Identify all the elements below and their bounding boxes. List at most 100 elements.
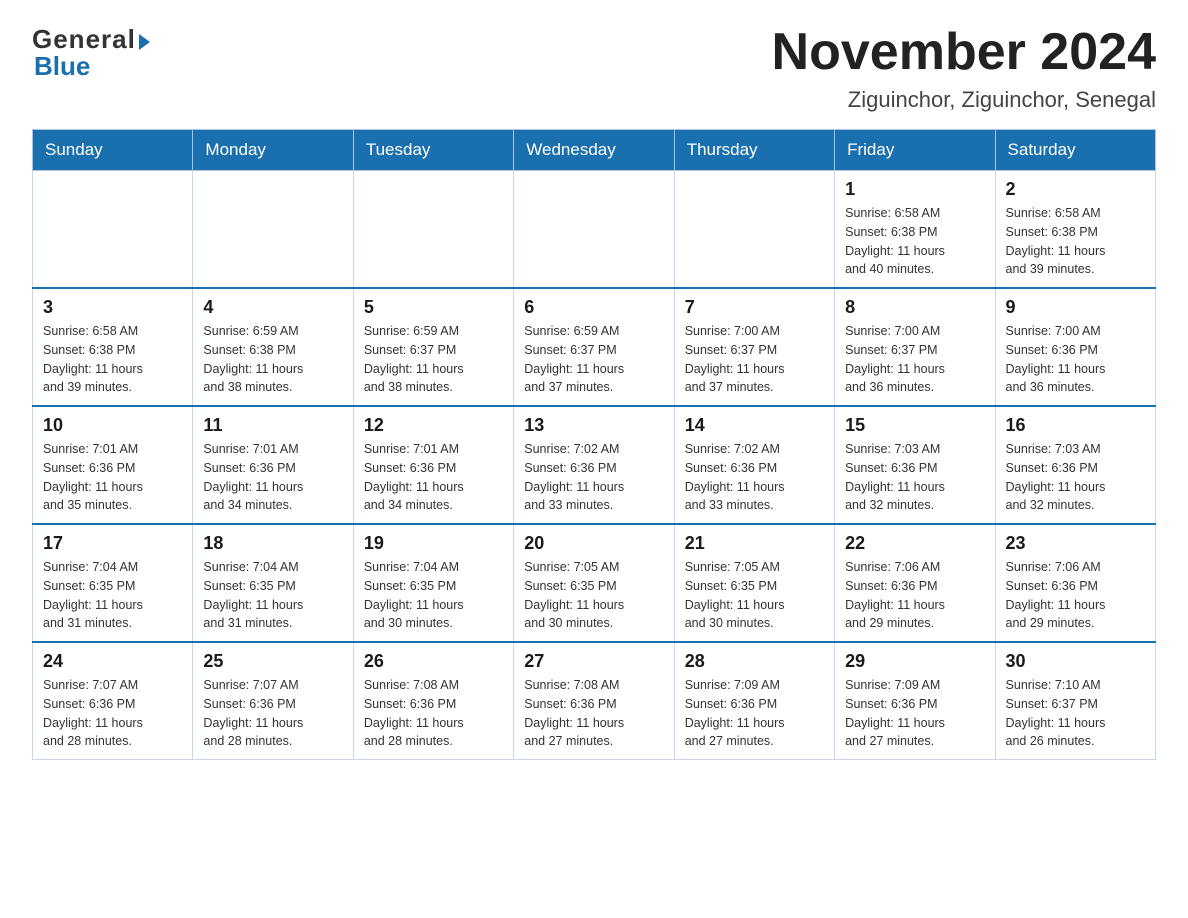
calendar-week-1: 1Sunrise: 6:58 AM Sunset: 6:38 PM Daylig…: [33, 171, 1156, 289]
day-info: Sunrise: 7:04 AM Sunset: 6:35 PM Dayligh…: [203, 558, 342, 633]
day-info: Sunrise: 7:10 AM Sunset: 6:37 PM Dayligh…: [1006, 676, 1145, 751]
calendar-cell: 19 Sunrise: 7:04 AM Sunset: 6:35 PM Dayli…: [353, 524, 513, 642]
calendar-cell: 8Sunrise: 7:00 AM Sunset: 6:37 PM Daylig…: [835, 288, 995, 406]
day-number: 4: [203, 297, 342, 318]
day-info: Sunrise: 7:01 AM Sunset: 6:36 PM Dayligh…: [43, 440, 182, 515]
calendar-cell: 3Sunrise: 6:58 AM Sunset: 6:38 PM Daylig…: [33, 288, 193, 406]
calendar-cell: 14 Sunrise: 7:02 AM Sunset: 6:36 PM Dayli…: [674, 406, 834, 524]
day-number: 24: [43, 651, 182, 672]
day-info: Sunrise: 7:07 AM Sunset: 6:36 PM Dayligh…: [203, 676, 342, 751]
calendar-cell: 30Sunrise: 7:10 AM Sunset: 6:37 PM Dayli…: [995, 642, 1155, 760]
day-info: Sunrise: 6:58 AM Sunset: 6:38 PM Dayligh…: [43, 322, 182, 397]
day-number: 11: [203, 415, 342, 436]
day-number: 17: [43, 533, 182, 554]
day-info: Sunrise: 7:06 AM Sunset: 6:36 PM Dayligh…: [845, 558, 984, 633]
calendar-subtitle: Ziguinchor, Ziguinchor, Senegal: [772, 87, 1156, 113]
day-info: Sunrise: 7:04 AM Sunset: 6:35 PM Dayligh…: [43, 558, 182, 633]
day-number: 20: [524, 533, 663, 554]
day-info: Sunrise: 6:59 AM Sunset: 6:37 PM Dayligh…: [364, 322, 503, 397]
calendar-cell: 26 Sunrise: 7:08 AM Sunset: 6:36 PM Dayli…: [353, 642, 513, 760]
weekday-header-thursday: Thursday: [674, 130, 834, 171]
day-number: 10: [43, 415, 182, 436]
calendar-cell: 11 Sunrise: 7:01 AM Sunset: 6:36 PM Dayli…: [193, 406, 353, 524]
calendar-cell: 9Sunrise: 7:00 AM Sunset: 6:36 PM Daylig…: [995, 288, 1155, 406]
weekday-header-friday: Friday: [835, 130, 995, 171]
day-info: Sunrise: 7:00 AM Sunset: 6:36 PM Dayligh…: [1006, 322, 1145, 397]
day-info: Sunrise: 7:01 AM Sunset: 6:36 PM Dayligh…: [364, 440, 503, 515]
day-number: 12: [364, 415, 503, 436]
day-number: 25: [203, 651, 342, 672]
day-info: Sunrise: 6:59 AM Sunset: 6:38 PM Dayligh…: [203, 322, 342, 397]
weekday-header-wednesday: Wednesday: [514, 130, 674, 171]
day-info: Sunrise: 7:03 AM Sunset: 6:36 PM Dayligh…: [1006, 440, 1145, 515]
calendar-cell: 13 Sunrise: 7:02 AM Sunset: 6:36 PM Dayli…: [514, 406, 674, 524]
calendar-cell: 2 Sunrise: 6:58 AM Sunset: 6:38 PM Daylig…: [995, 171, 1155, 289]
day-number: 13: [524, 415, 663, 436]
calendar-cell: 21 Sunrise: 7:05 AM Sunset: 6:35 PM Dayli…: [674, 524, 834, 642]
calendar-cell: 16Sunrise: 7:03 AM Sunset: 6:36 PM Dayli…: [995, 406, 1155, 524]
day-info: Sunrise: 7:09 AM Sunset: 6:36 PM Dayligh…: [685, 676, 824, 751]
day-number: 21: [685, 533, 824, 554]
logo: General Blue: [32, 24, 150, 82]
calendar-cell: 10 Sunrise: 7:01 AM Sunset: 6:36 PM Dayli…: [33, 406, 193, 524]
calendar-cell: 17 Sunrise: 7:04 AM Sunset: 6:35 PM Dayli…: [33, 524, 193, 642]
day-info: Sunrise: 7:05 AM Sunset: 6:35 PM Dayligh…: [524, 558, 663, 633]
day-number: 27: [524, 651, 663, 672]
calendar-cell: 1Sunrise: 6:58 AM Sunset: 6:38 PM Daylig…: [835, 171, 995, 289]
calendar-cell: 5Sunrise: 6:59 AM Sunset: 6:37 PM Daylig…: [353, 288, 513, 406]
day-number: 28: [685, 651, 824, 672]
calendar-cell: [193, 171, 353, 289]
calendar-cell: 12 Sunrise: 7:01 AM Sunset: 6:36 PM Dayli…: [353, 406, 513, 524]
day-info: Sunrise: 7:04 AM Sunset: 6:35 PM Dayligh…: [364, 558, 503, 633]
calendar-cell: [674, 171, 834, 289]
calendar-week-3: 10 Sunrise: 7:01 AM Sunset: 6:36 PM Dayli…: [33, 406, 1156, 524]
calendar-cell: [353, 171, 513, 289]
day-info: Sunrise: 7:08 AM Sunset: 6:36 PM Dayligh…: [364, 676, 503, 751]
day-number: 18: [203, 533, 342, 554]
day-info: Sunrise: 7:00 AM Sunset: 6:37 PM Dayligh…: [685, 322, 824, 397]
day-info: Sunrise: 7:07 AM Sunset: 6:36 PM Dayligh…: [43, 676, 182, 751]
calendar-cell: [33, 171, 193, 289]
day-number: 2: [1006, 179, 1145, 200]
calendar-week-4: 17 Sunrise: 7:04 AM Sunset: 6:35 PM Dayli…: [33, 524, 1156, 642]
weekday-header-monday: Monday: [193, 130, 353, 171]
day-number: 29: [845, 651, 984, 672]
logo-triangle-icon: [139, 34, 150, 50]
day-number: 8: [845, 297, 984, 318]
day-info: Sunrise: 7:02 AM Sunset: 6:36 PM Dayligh…: [524, 440, 663, 515]
day-info: Sunrise: 7:08 AM Sunset: 6:36 PM Dayligh…: [524, 676, 663, 751]
calendar-header: SundayMondayTuesdayWednesdayThursdayFrid…: [33, 130, 1156, 171]
calendar-cell: 18 Sunrise: 7:04 AM Sunset: 6:35 PM Dayli…: [193, 524, 353, 642]
day-info: Sunrise: 6:58 AM Sunset: 6:38 PM Dayligh…: [845, 204, 984, 279]
weekday-header-sunday: Sunday: [33, 130, 193, 171]
calendar-cell: 25 Sunrise: 7:07 AM Sunset: 6:36 PM Dayli…: [193, 642, 353, 760]
day-info: Sunrise: 7:05 AM Sunset: 6:35 PM Dayligh…: [685, 558, 824, 633]
day-info: Sunrise: 7:02 AM Sunset: 6:36 PM Dayligh…: [685, 440, 824, 515]
weekday-header-saturday: Saturday: [995, 130, 1155, 171]
day-number: 14: [685, 415, 824, 436]
day-number: 19: [364, 533, 503, 554]
calendar-cell: [514, 171, 674, 289]
day-info: Sunrise: 6:58 AM Sunset: 6:38 PM Dayligh…: [1006, 204, 1145, 279]
calendar-title: November 2024: [772, 24, 1156, 81]
calendar-cell: 20 Sunrise: 7:05 AM Sunset: 6:35 PM Dayli…: [514, 524, 674, 642]
calendar-cell: 15 Sunrise: 7:03 AM Sunset: 6:36 PM Dayli…: [835, 406, 995, 524]
calendar-week-2: 3Sunrise: 6:58 AM Sunset: 6:38 PM Daylig…: [33, 288, 1156, 406]
calendar-table: SundayMondayTuesdayWednesdayThursdayFrid…: [32, 129, 1156, 760]
day-number: 26: [364, 651, 503, 672]
day-info: Sunrise: 7:01 AM Sunset: 6:36 PM Dayligh…: [203, 440, 342, 515]
weekday-header-row: SundayMondayTuesdayWednesdayThursdayFrid…: [33, 130, 1156, 171]
calendar-cell: 7Sunrise: 7:00 AM Sunset: 6:37 PM Daylig…: [674, 288, 834, 406]
calendar-cell: 27 Sunrise: 7:08 AM Sunset: 6:36 PM Dayli…: [514, 642, 674, 760]
day-number: 15: [845, 415, 984, 436]
day-number: 22: [845, 533, 984, 554]
calendar-cell: 29Sunrise: 7:09 AM Sunset: 6:36 PM Dayli…: [835, 642, 995, 760]
weekday-header-tuesday: Tuesday: [353, 130, 513, 171]
day-info: Sunrise: 6:59 AM Sunset: 6:37 PM Dayligh…: [524, 322, 663, 397]
calendar-cell: 23Sunrise: 7:06 AM Sunset: 6:36 PM Dayli…: [995, 524, 1155, 642]
day-info: Sunrise: 7:03 AM Sunset: 6:36 PM Dayligh…: [845, 440, 984, 515]
day-number: 23: [1006, 533, 1145, 554]
calendar-cell: 24 Sunrise: 7:07 AM Sunset: 6:36 PM Dayli…: [33, 642, 193, 760]
day-number: 6: [524, 297, 663, 318]
calendar-cell: 6 Sunrise: 6:59 AM Sunset: 6:37 PM Daylig…: [514, 288, 674, 406]
